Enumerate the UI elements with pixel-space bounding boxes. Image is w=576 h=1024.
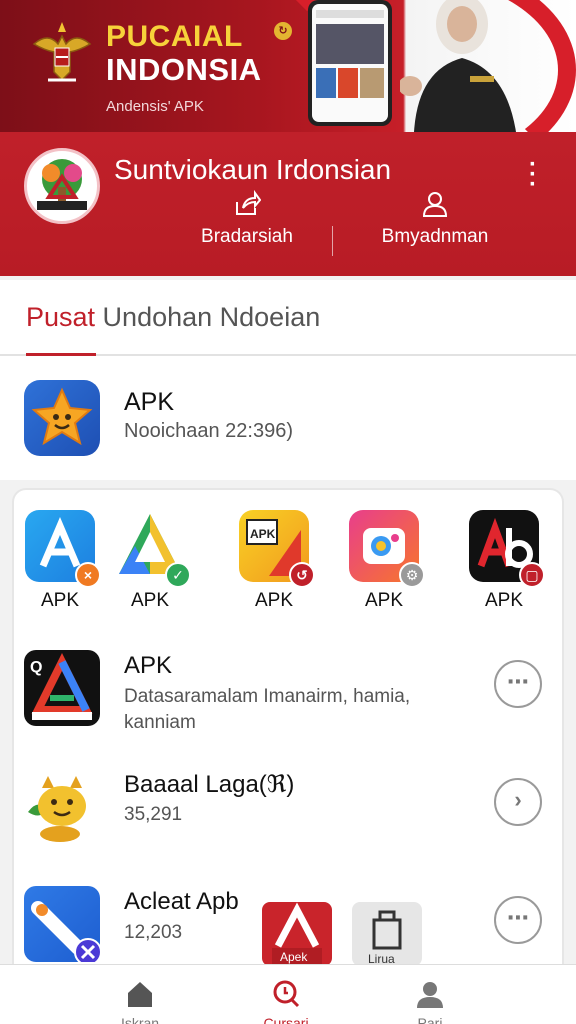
action-share-label: Bradarsiah <box>201 226 293 247</box>
list-item-subtitle: Datasaramalam Imanairm, hamia, kanniam <box>124 686 411 733</box>
action-share-button[interactable]: Bradarsiah <box>182 190 312 260</box>
featured-app-subtitle: Nooichaan 22:396) <box>124 420 294 442</box>
action-divider <box>332 226 333 256</box>
grid-app-2-label: APK <box>130 590 170 611</box>
action-user-label: Bmyadnman <box>381 226 489 247</box>
banner-title-line1: PUCAIAL <box>106 20 243 53</box>
apk-yellow-icon: APK ↺ <box>239 510 315 588</box>
grid-app-4[interactable]: ⚙ APK <box>344 510 425 611</box>
apk-black-icon: ▢ <box>469 510 545 588</box>
profile-header: Suntviokaun Irdonsian · · · Bradarsiah Bmy… <box>0 132 576 276</box>
floating-app-lirua[interactable]: Lirua <box>352 902 422 966</box>
profile-name: Suntviokaun Irdonsian <box>114 154 392 185</box>
list-item[interactable]: Baaaal Laga(ℜ) 35,291 › <box>14 758 562 870</box>
apk-gradient-icon: ⚙ <box>349 510 425 588</box>
banner-subtitle: Andensis' APK <box>106 98 204 115</box>
grid-app-2[interactable]: ✓ APK <box>110 510 191 611</box>
garuda-emblem-icon <box>32 22 92 82</box>
list-item-name: Acleat Apb <box>124 888 239 915</box>
grid-app-5-label: APK <box>484 590 524 611</box>
share-icon <box>236 190 261 215</box>
svg-text:APK: APK <box>250 527 276 541</box>
featured-app-row[interactable]: APK Nooichaan 22:396) <box>0 356 576 480</box>
nav-profile-label: Pari <box>417 1015 443 1024</box>
phone-mockup <box>308 0 392 126</box>
apk-blue-icon: × <box>25 510 101 588</box>
banner-title-line2: INDONSIA <box>106 52 262 87</box>
tree-logo-icon <box>37 159 87 210</box>
search-icon <box>273 980 300 1008</box>
pen-icon <box>24 886 102 966</box>
refresh-badge-icon: ↻ <box>274 22 292 40</box>
nav-search-label: Cursari <box>263 1015 309 1024</box>
svg-text:Q: Q <box>30 659 42 676</box>
profile-icon <box>417 982 443 1008</box>
grid-app-4-label: APK <box>364 590 404 611</box>
promo-banner[interactable]: PUCAIAL ↻ INDONSIA Andensis' APK <box>0 0 576 132</box>
featured-app-name: APK <box>124 388 175 416</box>
more-options-icon[interactable]: · · · <box>522 153 544 197</box>
apk-triangle-icon: ✓ <box>115 510 191 588</box>
nav-home[interactable]: Iskran <box>80 979 200 1024</box>
nav-search[interactable]: Cursari <box>226 979 346 1024</box>
star-app-icon <box>24 380 100 456</box>
cat-mascot-icon <box>24 768 100 844</box>
list-item-name: APK <box>124 652 173 679</box>
grid-app-1-label: APK <box>40 590 80 611</box>
grid-app-1[interactable]: × APK <box>20 510 101 611</box>
section-title: Pusat Undohan Ndoeian <box>26 302 321 332</box>
bottom-navigation: Iskran Cursari Pari <box>0 964 576 1024</box>
grid-app-5[interactable]: ▢ APK <box>464 510 545 611</box>
apk-dark-icon: Q <box>24 650 100 726</box>
grid-app-3[interactable]: APK ↺ APK <box>234 510 315 611</box>
action-user-button[interactable]: Bmyadnman <box>370 190 500 260</box>
list-item[interactable]: Q APK Datasaramalam Imanairm, hamia, kan… <box>14 640 562 752</box>
grid-app-3-label: APK <box>254 590 294 611</box>
home-icon <box>128 982 152 1007</box>
section-header: Pusat Undohan Ndoeian <box>0 280 576 356</box>
nav-home-label: Iskran <box>120 1015 160 1024</box>
more-options-button[interactable]: ⋯ <box>494 896 542 944</box>
list-item-name: Baaaal Laga(ℜ) <box>124 771 295 798</box>
nav-profile[interactable]: Pari <box>370 979 490 1024</box>
user-icon <box>422 192 448 217</box>
chevron-right-button[interactable]: › <box>494 778 542 826</box>
floating-app-apek[interactable]: Apek <box>262 902 332 966</box>
presenter-image <box>400 0 516 132</box>
list-item-subtitle: 35,291 <box>124 804 183 825</box>
floating-app-apek-label: Apek <box>280 950 308 964</box>
avatar[interactable] <box>24 148 100 224</box>
more-options-button[interactable]: ⋯ <box>494 660 542 708</box>
